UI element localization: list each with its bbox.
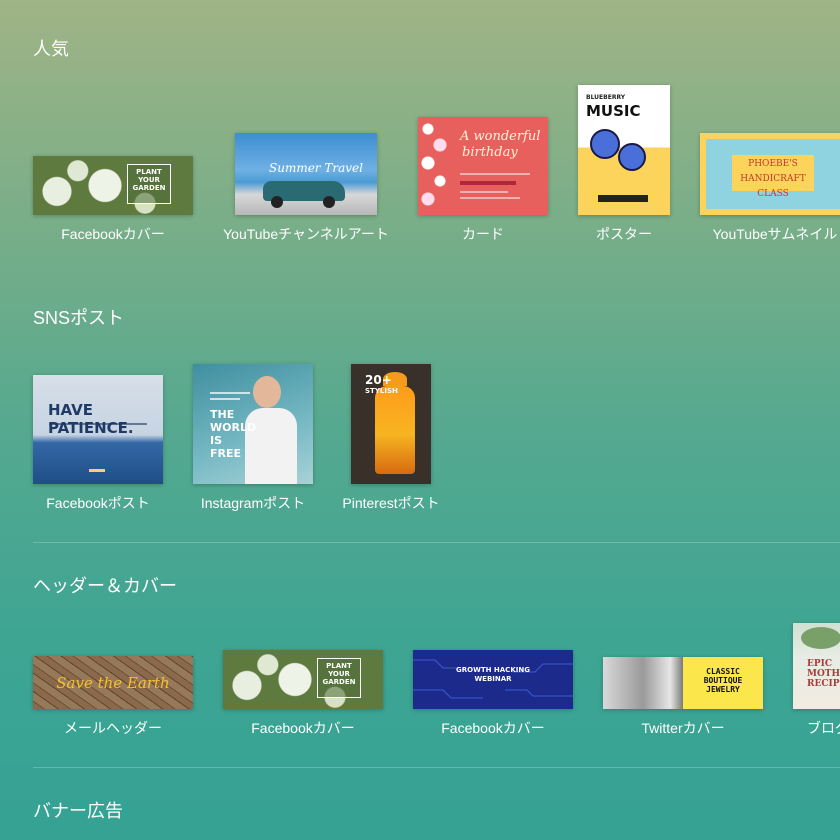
thumbnail-text: GROWTH HACKING WEBINAR	[456, 666, 530, 683]
thumbnail-text: 20+	[365, 373, 392, 387]
blueberry-shape	[618, 143, 646, 171]
thumbnail-image: Summer Travel	[235, 133, 377, 215]
thumbnail-image: GROWTH HACKING WEBINAR	[413, 650, 573, 709]
thumbnail-image: CLASSIC BOUTIQUE JEWELRY	[603, 657, 763, 709]
thumbnail-text: Save the Earth	[56, 674, 170, 692]
thumbnail-text: HAVE PATIENCE.	[48, 401, 134, 437]
section-divider	[33, 542, 840, 543]
thumbnail-image: PHOEBE'S HANDICRAFT CLASS	[700, 133, 840, 215]
thumbnail-text: PLANT YOUR GARDEN	[132, 168, 166, 192]
thumbnail-text: Summer Travel	[269, 161, 363, 175]
blueberry-shape	[590, 129, 620, 159]
thumbnail-text: PLANT YOUR GARDEN	[322, 662, 356, 686]
text-line	[460, 173, 530, 175]
template-pinterest-post[interactable]: 20+ STYLISH Pinterestポスト	[342, 364, 440, 511]
template-label: Twitterカバー	[641, 720, 725, 736]
template-facebook-cover[interactable]: PLANT YOUR GARDEN Facebookカバー	[223, 650, 383, 736]
thumbnail-image: Save the Earth	[33, 656, 193, 709]
template-email-header[interactable]: Save the Earth メールヘッダー	[33, 656, 193, 736]
thumbnail-image: A wonderful birthday	[418, 117, 548, 215]
thumbnail-text: EPIC MOTHER RECIPES	[807, 659, 840, 689]
text-line	[49, 423, 147, 425]
thumbnail-text: A wonderful birthday	[460, 129, 541, 160]
text-line	[210, 392, 250, 394]
section-title-sns-post: SNSポスト	[33, 308, 125, 328]
text-line	[460, 197, 520, 199]
thumbnail-image: BLUEBERRY MUSIC	[578, 85, 670, 215]
food-shape	[801, 627, 840, 649]
template-label: ブログ	[807, 720, 840, 736]
section-divider	[33, 767, 840, 768]
thumbnail-text: BLUEBERRY	[586, 94, 626, 101]
text-line	[460, 181, 516, 185]
thumbnail-text: PHOEBE'S HANDICRAFT CLASS	[740, 159, 806, 199]
template-card[interactable]: A wonderful birthday カード	[418, 117, 548, 242]
wheel-shape	[271, 196, 283, 208]
section-title-popular: 人気	[33, 39, 69, 59]
text-line	[598, 195, 648, 202]
template-facebook-cover[interactable]: PLANT YOUR GARDEN Facebookカバー	[33, 156, 193, 242]
template-youtube-thumbnail[interactable]: PHOEBE'S HANDICRAFT CLASS YouTubeサムネイル	[700, 133, 840, 242]
template-facebook-post[interactable]: HAVE PATIENCE. Facebookポスト	[33, 375, 163, 511]
template-twitter-cover[interactable]: CLASSIC BOUTIQUE JEWELRY Twitterカバー	[603, 657, 763, 736]
template-blog[interactable]: EPIC MOTHER RECIPES ブログ	[793, 623, 840, 736]
text-line	[460, 191, 508, 193]
thumbnail-image: EPIC MOTHER RECIPES	[793, 623, 840, 709]
template-label: Pinterestポスト	[342, 495, 440, 511]
template-poster[interactable]: BLUEBERRY MUSIC ポスター	[578, 85, 670, 242]
thumbnail-image: THE WORLD IS FREE	[193, 364, 313, 484]
thumbnail-text: CLASSIC BOUTIQUE JEWELRY	[703, 667, 743, 694]
template-youtube-channel-art[interactable]: Summer Travel YouTubeチャンネルアート	[223, 133, 389, 242]
section-title-header-cover: ヘッダー＆カバー	[33, 576, 177, 596]
person-head-shape	[253, 376, 281, 408]
thumbnail-text: THE WORLD IS FREE	[210, 408, 257, 460]
template-label: YouTubeサムネイル	[712, 226, 838, 242]
wheel-shape	[323, 196, 335, 208]
thumbnail-image: HAVE PATIENCE.	[33, 375, 163, 484]
template-facebook-cover-webinar[interactable]: GROWTH HACKING WEBINAR Facebookカバー	[413, 650, 573, 736]
thumbnail-image: PLANT YOUR GARDEN	[33, 156, 193, 215]
flower-pattern	[418, 117, 450, 215]
coat-shape	[375, 386, 415, 474]
thumbnail-image: 20+ STYLISH	[351, 364, 431, 484]
template-instagram-post[interactable]: THE WORLD IS FREE Instagramポスト	[193, 364, 313, 511]
section-title-banner-ads: バナー広告	[33, 801, 123, 821]
thumbnail-text: MUSIC	[586, 102, 641, 120]
thumbnail-text: STYLISH	[365, 387, 398, 395]
text-line	[210, 398, 240, 400]
text-line	[89, 469, 105, 472]
thumbnail-image: PLANT YOUR GARDEN	[223, 650, 383, 709]
